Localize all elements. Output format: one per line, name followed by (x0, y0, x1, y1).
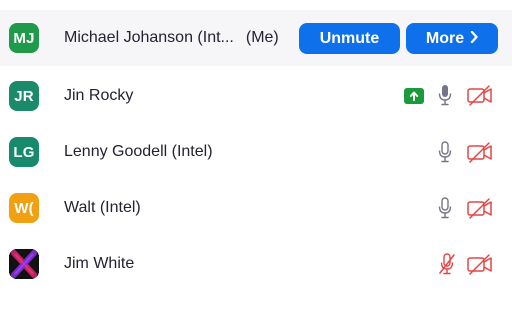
participant-name: Walt (Intel) (64, 199, 141, 216)
avatar: W( (9, 193, 39, 223)
avatar-initials: JR (14, 87, 34, 105)
participant-row-self[interactable]: MJ Michael Johanson (Int... (Me) Unmute M… (0, 10, 512, 66)
participant-row[interactable]: JR Jin Rocky (0, 68, 512, 124)
microphone-icon[interactable] (438, 84, 452, 106)
more-button[interactable]: More (406, 23, 498, 54)
unmute-button[interactable]: Unmute (299, 23, 400, 54)
participant-name: Michael Johanson (Int... (Me) (64, 29, 279, 47)
avatar: MJ (9, 23, 39, 53)
video-off-icon[interactable] (466, 84, 494, 106)
participant-row[interactable]: LG Lenny Goodell (Intel) (0, 124, 512, 180)
participant-name: Lenny Goodell (Intel) (64, 143, 213, 160)
avatar-initials: LG (13, 143, 35, 161)
chevron-right-icon (470, 30, 478, 46)
me-label: (Me) (245, 29, 279, 46)
participant-name-text: Michael Johanson (Int... (64, 29, 234, 46)
x-logo-icon (9, 249, 39, 279)
participant-row[interactable]: W( Walt (Intel) (0, 180, 512, 236)
avatar: JR (9, 81, 39, 111)
unmute-label: Unmute (319, 29, 380, 47)
avatar: LG (9, 137, 39, 167)
participant-name: Jim White (64, 255, 135, 272)
participant-row[interactable]: Jim White (0, 236, 512, 292)
avatar-initials: MJ (13, 29, 35, 47)
video-off-icon[interactable] (466, 197, 494, 219)
video-off-icon[interactable] (466, 141, 494, 163)
avatar-initials: W( (14, 199, 34, 217)
screen-share-icon (404, 88, 424, 104)
microphone-muted-icon[interactable] (438, 253, 456, 275)
video-off-icon[interactable] (466, 253, 494, 275)
more-label: More (425, 29, 465, 47)
avatar-image (9, 249, 39, 279)
participant-name: Jin Rocky (64, 87, 134, 104)
microphone-icon[interactable] (438, 197, 452, 219)
microphone-icon[interactable] (438, 141, 452, 163)
